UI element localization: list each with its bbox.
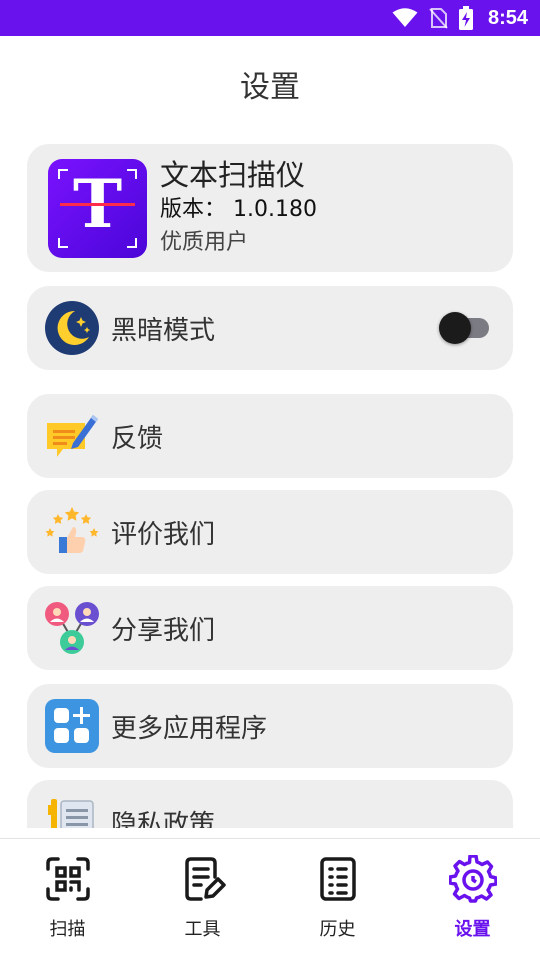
more-apps-label: 更多应用程序 [111,713,268,744]
app-logo-icon: T [48,158,147,258]
nav-scan[interactable]: 扫描 [0,839,135,960]
app-name: 文本扫描仪 [160,158,306,192]
bottom-navigation: 扫描 工具 历史 设置 [0,838,540,960]
no-sim-icon [429,8,448,29]
share-icon [45,601,99,655]
nav-scan-label: 扫描 [49,919,86,940]
qr-scan-icon [45,857,90,901]
gear-icon [448,855,497,903]
nav-settings[interactable]: 设置 [405,839,540,960]
dark-mode-row[interactable]: 黑暗模式 [27,286,513,370]
feedback-row[interactable]: 反馈 [27,394,513,478]
wifi-icon [392,8,418,27]
nav-history[interactable]: 历史 [270,839,405,960]
tools-icon [184,857,226,901]
page-title: 设置 [240,70,300,105]
user-tier: 优质用户 [160,230,249,255]
nav-history-label: 历史 [319,919,356,940]
feedback-icon [45,409,99,463]
dark-mode-toggle[interactable] [439,311,491,345]
privacy-policy-row[interactable]: 隐私政策 [27,780,513,828]
rate-us-label: 评价我们 [111,519,216,550]
nav-settings-label: 设置 [454,919,491,940]
privacy-policy-label: 隐私政策 [111,809,216,829]
nav-tools[interactable]: 工具 [135,839,270,960]
more-apps-icon [45,699,99,753]
history-icon [319,857,356,901]
status-time: 8:54 [487,6,528,29]
app-version: 版本： 1.0.180 [160,197,317,222]
rate-us-row[interactable]: 评价我们 [27,490,513,574]
moon-icon [45,301,99,355]
feedback-label: 反馈 [111,423,164,454]
rate-icon [45,505,99,559]
dark-mode-label: 黑暗模式 [111,315,216,346]
app-info-card: T 文本扫描仪 版本： 1.0.180 优质用户 [27,144,513,272]
status-bar: 8:54 [0,0,540,36]
settings-list[interactable]: T 文本扫描仪 版本： 1.0.180 优质用户 黑暗模式 反馈 评价我们 分享… [0,140,540,828]
share-us-label: 分享我们 [111,615,216,646]
share-us-row[interactable]: 分享我们 [27,586,513,670]
nav-tools-label: 工具 [184,919,221,940]
more-apps-row[interactable]: 更多应用程序 [27,684,513,768]
privacy-icon [45,795,99,828]
battery-charging-icon [458,6,473,30]
